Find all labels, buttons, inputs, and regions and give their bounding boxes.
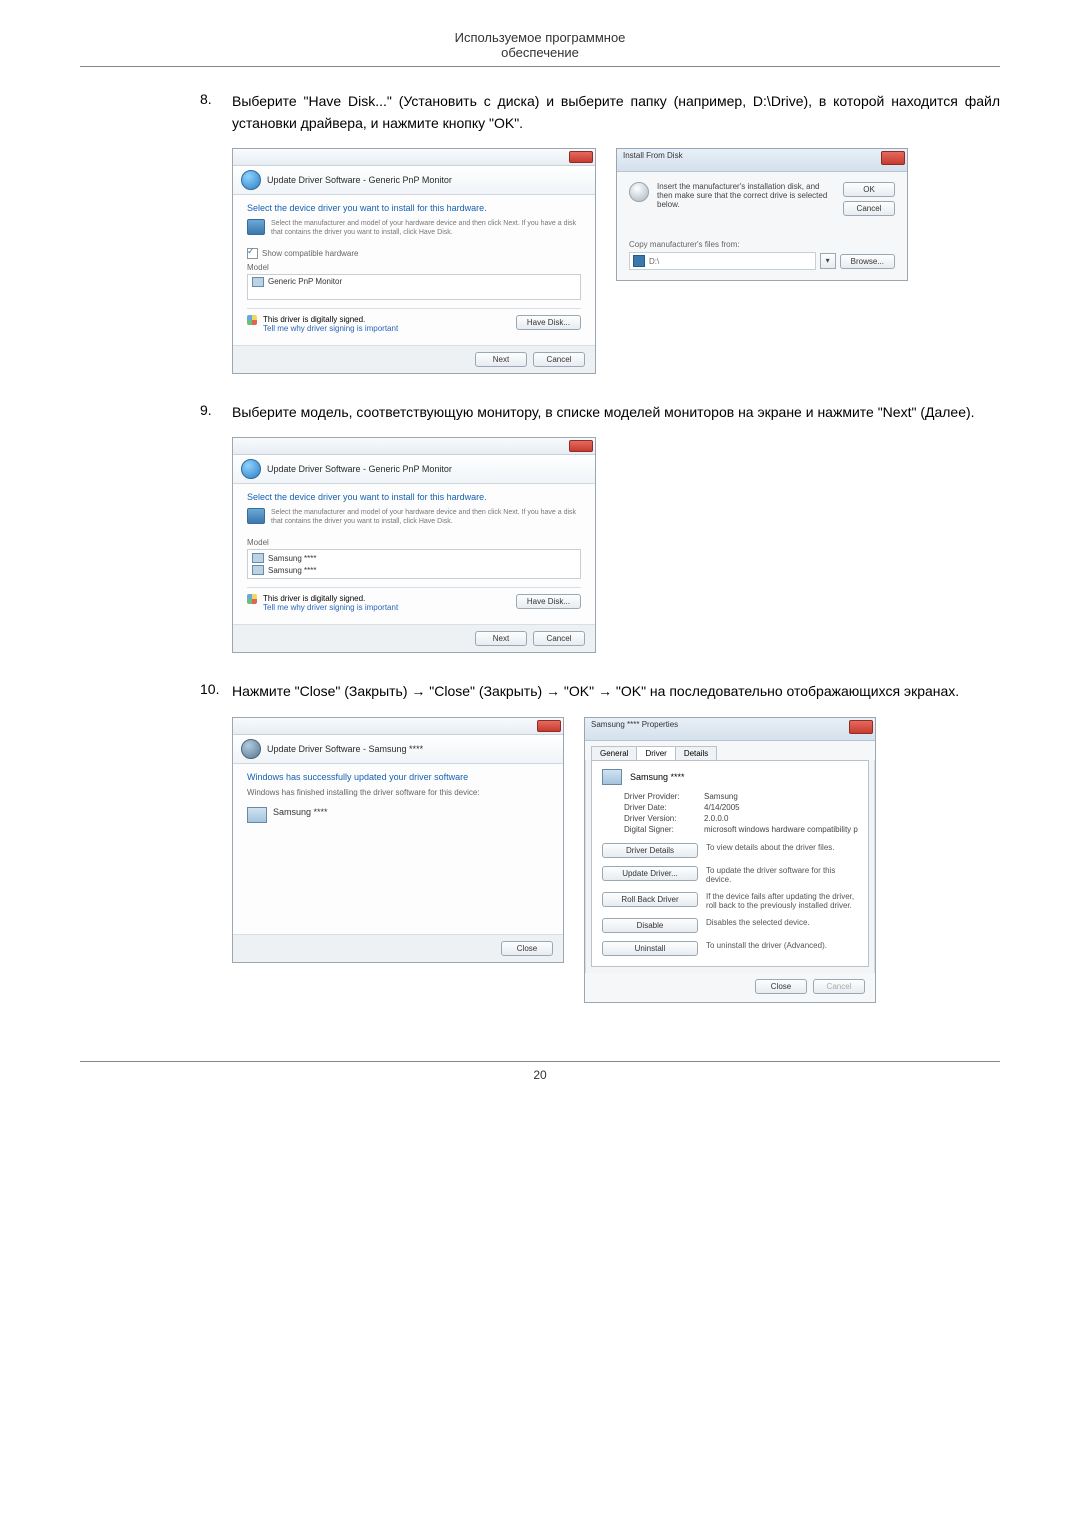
header-line1: Используемое программное <box>80 30 1000 45</box>
page-number: 20 <box>80 1061 1000 1082</box>
titlebar <box>233 149 595 166</box>
monitor-icon <box>252 565 264 575</box>
model-label: Model <box>247 263 581 272</box>
driver-signed-row: This driver is digitally signed. Tell me… <box>247 594 398 612</box>
dialog-heading: Select the device driver you want to ins… <box>247 203 581 213</box>
chip-icon <box>247 508 265 524</box>
cancel-button: Cancel <box>813 979 865 994</box>
dialog-hint: Select the manufacturer and model of you… <box>247 508 581 526</box>
page-header: Используемое программное обеспечение <box>80 30 1000 67</box>
disc-icon <box>629 182 649 202</box>
path-input[interactable]: D:\ <box>629 252 816 270</box>
device-name: Samsung **** <box>630 772 685 782</box>
close-button[interactable]: Close <box>755 979 807 994</box>
titlebar <box>233 718 563 735</box>
have-disk-button[interactable]: Have Disk... <box>516 315 581 330</box>
close-button[interactable]: Close <box>501 941 553 956</box>
floppy-icon <box>633 255 645 267</box>
update-driver-button[interactable]: Update Driver... <box>602 866 698 881</box>
roll-back-button[interactable]: Roll Back Driver <box>602 892 698 907</box>
breadcrumb: Update Driver Software - Generic PnP Mon… <box>233 455 595 484</box>
title-text: Install From Disk <box>623 151 683 160</box>
chevron-down-icon[interactable]: ▾ <box>820 253 836 269</box>
signing-link[interactable]: Tell me why driver signing is important <box>263 324 398 333</box>
cancel-button[interactable]: Cancel <box>533 631 585 646</box>
close-icon[interactable] <box>569 440 593 452</box>
tab-row: General Driver Details <box>585 741 875 760</box>
titlebar: Samsung **** Properties <box>585 718 875 741</box>
step-num: 9. <box>200 402 232 418</box>
next-button[interactable]: Next <box>475 352 527 367</box>
step-text: Выберите "Have Disk..." (Установить с ди… <box>232 91 1000 134</box>
close-icon[interactable] <box>881 151 905 165</box>
driver-signed-row: This driver is digitally signed. Tell me… <box>247 315 398 333</box>
browse-button[interactable]: Browse... <box>840 254 895 269</box>
monitor-icon <box>252 553 264 563</box>
dialog-update-done: Update Driver Software - Samsung **** Wi… <box>232 717 564 963</box>
done-subtext: Windows has finished installing the driv… <box>247 788 549 797</box>
dialog-install-from-disk: Install From Disk Insert the manufacture… <box>616 148 908 281</box>
back-icon <box>241 739 261 759</box>
tab-general[interactable]: General <box>591 746 637 760</box>
chip-icon <box>247 219 265 235</box>
dialog-update-driver-1: Update Driver Software - Generic PnP Mon… <box>232 148 596 373</box>
step-9: 9. Выберите модель, соответствующую мони… <box>200 402 1000 682</box>
back-icon[interactable] <box>241 459 261 479</box>
monitor-icon <box>602 769 622 785</box>
step-num: 10. <box>200 681 232 697</box>
breadcrumb-text: Update Driver Software - Generic PnP Mon… <box>267 175 452 185</box>
breadcrumb-text: Update Driver Software - Generic PnP Mon… <box>267 464 452 474</box>
step-text: Нажмите "Close" (Закрыть) → "Close" (Зак… <box>232 681 959 703</box>
checkbox-icon[interactable] <box>247 248 258 259</box>
disable-button[interactable]: Disable <box>602 918 698 933</box>
dialog-driver-properties: Samsung **** Properties General Driver D… <box>584 717 876 1003</box>
close-icon[interactable] <box>849 720 873 734</box>
monitor-icon <box>252 277 264 287</box>
next-button[interactable]: Next <box>475 631 527 646</box>
uninstall-button[interactable]: Uninstall <box>602 941 698 956</box>
cancel-button[interactable]: Cancel <box>533 352 585 367</box>
copy-from-label: Copy manufacturer's files from: <box>629 240 895 249</box>
dialog-update-driver-2: Update Driver Software - Generic PnP Mon… <box>232 437 596 653</box>
insert-text: Insert the manufacturer's installation d… <box>657 182 835 209</box>
device-name: Samsung **** <box>273 807 328 819</box>
ok-button[interactable]: OK <box>843 182 895 197</box>
shield-icon <box>247 594 257 604</box>
step-text: Выберите модель, соответствующую монитор… <box>232 402 975 424</box>
cancel-button[interactable]: Cancel <box>843 201 895 216</box>
step-num: 8. <box>200 91 232 107</box>
model-label: Model <box>247 538 581 547</box>
monitor-icon <box>247 807 267 823</box>
title-text: Samsung **** Properties <box>591 720 678 729</box>
header-line2: обеспечение <box>80 45 1000 67</box>
titlebar <box>233 438 595 455</box>
model-listbox[interactable]: Generic PnP Monitor <box>247 274 581 300</box>
model-listbox[interactable]: Samsung **** Samsung **** <box>247 549 581 579</box>
dialog-heading: Select the device driver you want to ins… <box>247 492 581 502</box>
breadcrumb-text: Update Driver Software - Samsung **** <box>267 744 423 754</box>
breadcrumb: Update Driver Software - Generic PnP Mon… <box>233 166 595 195</box>
have-disk-button[interactable]: Have Disk... <box>516 594 581 609</box>
signing-link[interactable]: Tell me why driver signing is important <box>263 603 398 612</box>
close-icon[interactable] <box>537 720 561 732</box>
back-icon[interactable] <box>241 170 261 190</box>
dialog-hint: Select the manufacturer and model of you… <box>247 219 581 237</box>
breadcrumb: Update Driver Software - Samsung **** <box>233 735 563 764</box>
driver-details-button[interactable]: Driver Details <box>602 843 698 858</box>
step-10: 10. Нажмите "Close" (Закрыть) → "Close" … <box>200 681 1000 1031</box>
show-compatible-checkbox[interactable]: Show compatible hardware <box>247 248 581 259</box>
tab-details[interactable]: Details <box>675 746 717 760</box>
titlebar: Install From Disk <box>617 149 907 172</box>
close-icon[interactable] <box>569 151 593 163</box>
tab-driver[interactable]: Driver <box>636 746 675 760</box>
done-heading: Windows has successfully updated your dr… <box>247 772 549 782</box>
step-8: 8. Выберите "Have Disk..." (Установить с… <box>200 91 1000 402</box>
shield-icon <box>247 315 257 325</box>
